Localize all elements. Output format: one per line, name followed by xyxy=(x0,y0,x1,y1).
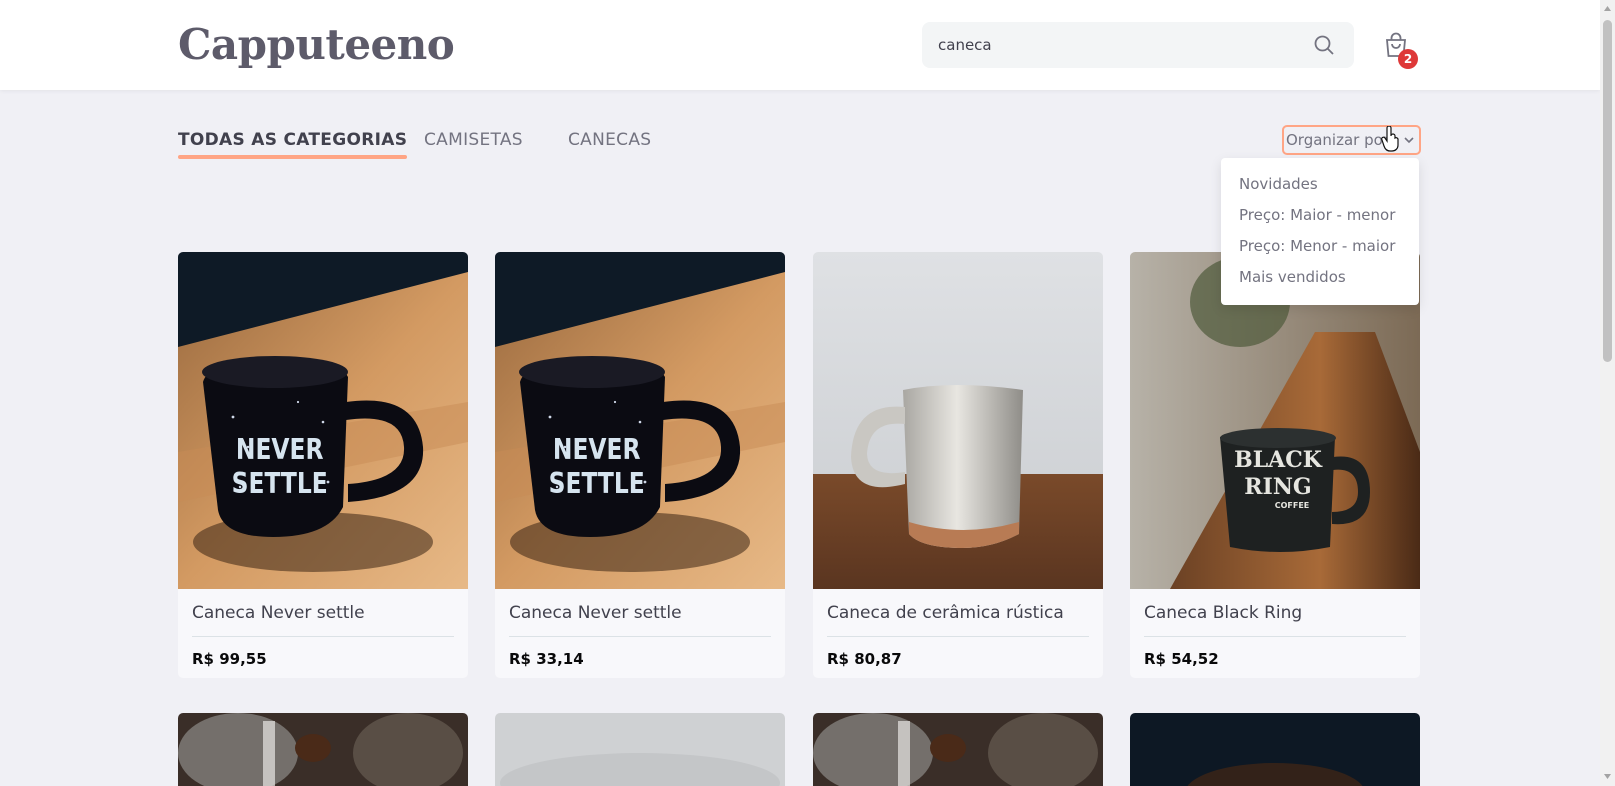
product-name[interactable]: Caneca Never settle xyxy=(509,601,682,625)
product-name[interactable]: Caneca Black Ring xyxy=(1144,601,1302,625)
tab-camisetas[interactable]: CAMISETAS xyxy=(424,128,523,152)
sort-options-menu: Novidades Preço: Maior - menor Preço: Me… xyxy=(1221,158,1419,305)
mug-print-text: COFFEE xyxy=(1275,501,1310,510)
product-card[interactable]: BLACK RING COFFEE Caneca Black Ring R$ 5… xyxy=(1130,252,1420,678)
product-image[interactable] xyxy=(495,713,785,786)
product-card[interactable] xyxy=(495,713,785,786)
sort-label: Organizar por xyxy=(1286,131,1389,149)
tab-canecas[interactable]: CANECAS xyxy=(568,128,651,152)
product-image[interactable] xyxy=(1130,713,1420,786)
sort-option-novidades[interactable]: Novidades xyxy=(1239,174,1318,194)
divider xyxy=(1144,636,1406,637)
tab-todas-as-categorias[interactable]: TODAS AS CATEGORIAS xyxy=(178,128,408,159)
search-icon[interactable] xyxy=(1312,33,1336,57)
product-image[interactable] xyxy=(813,252,1103,589)
scrollbar-thumb[interactable] xyxy=(1603,20,1612,362)
logo[interactable]: Capputeeno xyxy=(178,20,455,70)
hand-cursor-icon xyxy=(1381,126,1399,152)
product-price: R$ 99,55 xyxy=(192,650,267,668)
mug-print-text: NEVER xyxy=(553,434,641,467)
product-price: R$ 33,14 xyxy=(509,650,584,668)
product-card[interactable] xyxy=(1130,713,1420,786)
divider xyxy=(827,636,1089,637)
product-name[interactable]: Caneca de cerâmica rústica xyxy=(827,601,1064,625)
scroll-down-arrow-icon[interactable] xyxy=(1603,772,1612,781)
product-price: R$ 54,52 xyxy=(1144,650,1219,668)
product-card[interactable] xyxy=(178,713,468,786)
mug-print-text: SETTLE xyxy=(232,468,328,501)
divider xyxy=(509,636,771,637)
cart-count-badge: 2 xyxy=(1398,49,1418,69)
product-image[interactable]: NEVER SETTLE xyxy=(178,252,468,589)
search-input-value[interactable]: caneca xyxy=(938,35,992,55)
product-image[interactable] xyxy=(813,713,1103,786)
product-name[interactable]: Caneca Never settle xyxy=(192,601,365,625)
mug-print-text: BLACK xyxy=(1234,447,1323,473)
product-image[interactable]: NEVER SETTLE xyxy=(495,252,785,589)
scroll-up-arrow-icon[interactable] xyxy=(1603,4,1612,13)
product-card[interactable]: Caneca de cerâmica rústica R$ 80,87 xyxy=(813,252,1103,678)
chevron-down-icon xyxy=(1404,137,1414,144)
product-card[interactable] xyxy=(813,713,1103,786)
product-card[interactable]: NEVER SETTLE Caneca Never settle R$ 33,1… xyxy=(495,252,785,678)
sort-option-best-sellers[interactable]: Mais vendidos xyxy=(1239,267,1346,287)
search-input[interactable]: caneca xyxy=(922,22,1354,68)
product-image[interactable] xyxy=(178,713,468,786)
sort-option-price-desc[interactable]: Preço: Maior - menor xyxy=(1239,205,1395,225)
header: Capputeeno caneca 2 xyxy=(0,0,1600,90)
mug-print-text: SETTLE xyxy=(549,468,645,501)
mug-print-text: NEVER xyxy=(236,434,324,467)
page-scrollbar[interactable] xyxy=(1600,0,1615,786)
sort-option-price-asc[interactable]: Preço: Menor - maior xyxy=(1239,236,1395,256)
product-price: R$ 80,87 xyxy=(827,650,902,668)
divider xyxy=(192,636,454,637)
product-card[interactable]: NEVER SETTLE Caneca Never settle R$ 99,5… xyxy=(178,252,468,678)
mug-print-text: RING xyxy=(1244,474,1311,500)
